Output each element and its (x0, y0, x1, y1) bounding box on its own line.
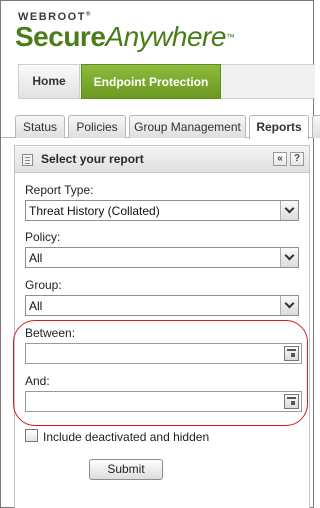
product-logo: SecureAnywhere™ (15, 21, 235, 52)
group-label: Group: (25, 278, 62, 292)
policy-label: Policy: (25, 230, 61, 244)
tab-policies[interactable]: Policies (68, 115, 126, 138)
app-window: WEBROOT® SecureAnywhere™ Home Endpoint P… (0, 0, 320, 508)
panel-header: Select your report « ? (15, 146, 309, 173)
main-nav: Home Endpoint Protection (18, 64, 315, 99)
date-range-highlight (13, 320, 308, 426)
submit-button[interactable]: Submit (89, 459, 163, 480)
panel-title: Select your report (41, 152, 144, 166)
help-button[interactable]: ? (290, 152, 304, 166)
chevron-down-icon[interactable] (280, 296, 298, 315)
nav-home[interactable]: Home (19, 65, 80, 98)
policy-value: All (29, 251, 43, 265)
report-list-icon (22, 154, 33, 166)
include-deactivated-label: Include deactivated and hidden (43, 430, 210, 444)
policy-select[interactable]: All (25, 247, 299, 268)
chevron-down-icon[interactable] (280, 248, 298, 267)
include-deactivated-checkbox[interactable] (25, 429, 38, 442)
tab-status[interactable]: Status (15, 115, 65, 138)
tab-overflow[interactable] (312, 115, 320, 138)
group-select[interactable]: All (25, 295, 299, 316)
report-type-select[interactable]: Threat History (Collated) (25, 200, 299, 221)
nav-endpoint-protection[interactable]: Endpoint Protection (81, 64, 221, 99)
group-value: All (29, 299, 43, 313)
chevron-down-icon[interactable] (280, 201, 298, 220)
double-chevron-left-icon[interactable]: « (273, 152, 287, 166)
report-type-value: Threat History (Collated) (29, 204, 160, 218)
tab-group-management[interactable]: Group Management (129, 115, 246, 138)
tab-reports[interactable]: Reports (249, 115, 309, 139)
sub-tabs: Status Policies Group Management Reports (1, 115, 320, 139)
report-type-label: Report Type: (25, 183, 94, 197)
